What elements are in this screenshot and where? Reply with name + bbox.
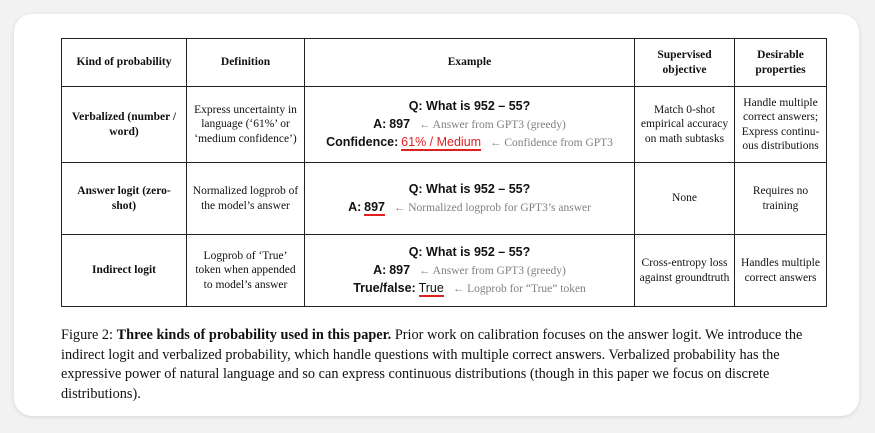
table-header-row: Kind of probability Definition Example S… bbox=[61, 38, 827, 87]
header-kind: Kind of probability bbox=[61, 38, 187, 87]
example-answer-note: ← Answer from GPT3 (greedy) bbox=[418, 118, 566, 131]
example-question: Q: What is 952 – 55? bbox=[408, 98, 531, 113]
header-example: Example bbox=[304, 38, 635, 87]
row-definition: Normalized logprob of the model’s answer bbox=[186, 162, 305, 235]
figure-card: Kind of probability Definition Example S… bbox=[14, 14, 859, 416]
row-objective: Cross-entropy loss against groundtruth bbox=[634, 234, 735, 307]
caption-prefix: Figure 2: bbox=[61, 327, 114, 343]
example-answer-label: A: bbox=[348, 199, 362, 214]
caption-bold: Three kinds of probability used in this … bbox=[116, 327, 392, 343]
example-answer-value: 897 bbox=[389, 116, 411, 131]
example-answer-value: 897 bbox=[364, 199, 385, 216]
example-answer-note: ← Answer from GPT3 (greedy) bbox=[418, 264, 566, 277]
row-properties: Requires no training bbox=[734, 162, 827, 235]
example-answer-label: A: bbox=[373, 116, 387, 131]
row-objective: Match 0-shot empirical accuracy on math … bbox=[634, 86, 735, 163]
header-definition: Definition bbox=[186, 38, 305, 87]
figure-caption: Figure 2: Three kinds of probability use… bbox=[61, 326, 821, 404]
example-answer-label: A: bbox=[373, 262, 387, 277]
header-properties: Desirable properties bbox=[734, 38, 827, 87]
row-properties: Handle multiple correct answers; Express… bbox=[734, 86, 827, 163]
table-row-answer-logit: Answer logit (zero-shot) Normalized logp… bbox=[61, 162, 827, 235]
example-question: Q: What is 952 – 55? bbox=[408, 181, 531, 196]
example-confidence-label: Confidence: bbox=[326, 134, 399, 149]
row-kind: Indirect logit bbox=[61, 234, 187, 307]
row-objective: None bbox=[634, 162, 735, 235]
header-objective: Supervised objective bbox=[634, 38, 735, 87]
example-truefalse-label: True/false: bbox=[353, 280, 416, 295]
example-confidence-note: ← Confidence from GPT3 bbox=[489, 136, 613, 149]
row-example: Q: What is 952 – 55? A: 897 ← Answer fro… bbox=[304, 234, 635, 307]
probability-table: Kind of probability Definition Example S… bbox=[61, 38, 827, 307]
example-truefalse-note: ← Logprob for “True” token bbox=[452, 282, 586, 295]
row-example: Q: What is 952 – 55? A: 897 ← Normalized… bbox=[304, 162, 635, 235]
table-row-verbalized: Verbalized (number / word) Express uncer… bbox=[61, 86, 827, 163]
example-answer-value: 897 bbox=[389, 262, 411, 277]
example-truefalse-value: True bbox=[418, 280, 444, 297]
table-row-indirect-logit: Indirect logit Logprob of ‘True’ token w… bbox=[61, 234, 827, 307]
row-definition: Express uncertainty in language (‘61%’ o… bbox=[186, 86, 305, 163]
row-definition: Logprob of ‘True’ token when appended to… bbox=[186, 234, 305, 307]
row-kind: Verbalized (number / word) bbox=[61, 86, 187, 163]
row-properties: Handles multiple correct answers bbox=[734, 234, 827, 307]
row-kind: Answer logit (zero-shot) bbox=[61, 162, 187, 235]
example-answer-note: ← Normalized logprob for GPT3’s answer bbox=[393, 201, 591, 214]
example-confidence-value: 61% / Medium bbox=[401, 134, 482, 151]
example-question: Q: What is 952 – 55? bbox=[408, 244, 531, 259]
row-example: Q: What is 952 – 55? A: 897 ← Answer fro… bbox=[304, 86, 635, 163]
